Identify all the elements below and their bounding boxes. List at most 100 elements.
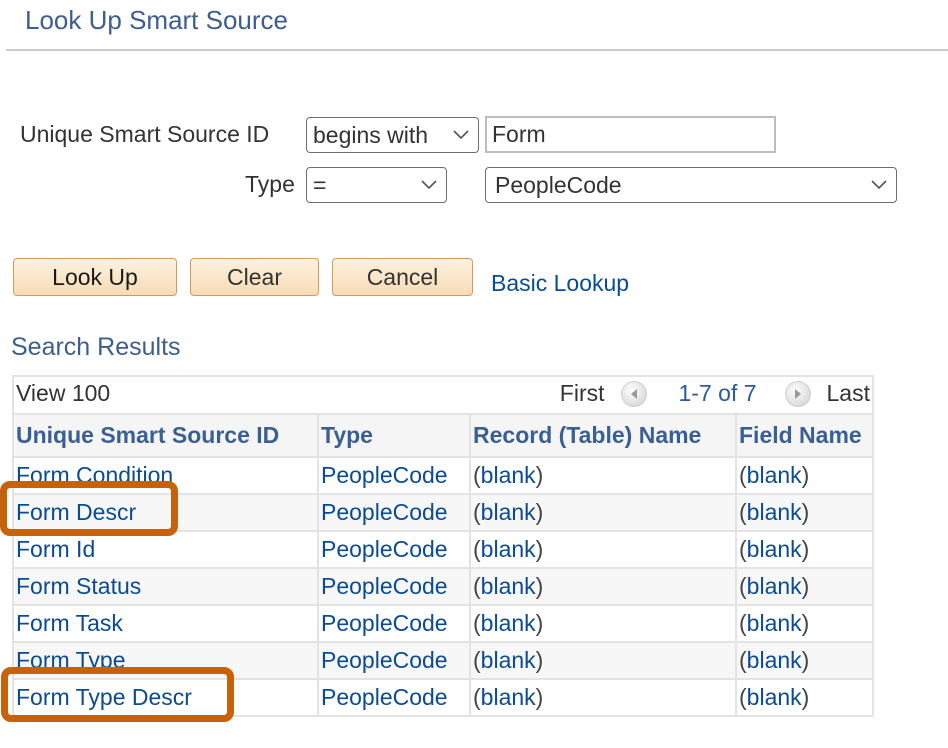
paren-open: (: [473, 647, 481, 673]
record-name-link[interactable]: blank: [481, 647, 536, 673]
cell-field-name: (blank): [736, 531, 872, 569]
type-link[interactable]: PeopleCode: [321, 499, 448, 525]
type-link[interactable]: PeopleCode: [321, 462, 448, 488]
smart-source-id-link[interactable]: Form Condition: [16, 462, 173, 488]
column-header-record-name[interactable]: Record (Table) Name: [470, 415, 737, 458]
results-table: Unique Smart Source ID Type Record (Tabl…: [14, 415, 872, 715]
table-row: Form Descr PeopleCode (blank) (blank): [14, 494, 872, 532]
column-header-type[interactable]: Type: [318, 415, 471, 458]
paren-open: (: [739, 573, 747, 599]
paren-open: (: [473, 684, 481, 710]
record-name-link[interactable]: blank: [481, 536, 536, 562]
last-label: Last: [826, 380, 870, 406]
unique-smart-source-id-label: Unique Smart Source ID: [20, 121, 270, 147]
field-name-link[interactable]: blank: [747, 499, 802, 525]
paren-open: (: [739, 684, 747, 710]
record-name-link[interactable]: blank: [481, 573, 536, 599]
type-link[interactable]: PeopleCode: [321, 684, 448, 710]
cell-unique-smart-source-id: Form Type Descr: [14, 679, 319, 715]
chevron-down-icon: [868, 174, 890, 196]
paren-close: ): [801, 462, 810, 488]
field-name-link[interactable]: blank: [747, 536, 802, 562]
clear-button[interactable]: Clear: [190, 258, 319, 296]
paren-close: ): [535, 647, 544, 673]
operator-value: =: [313, 171, 327, 198]
type-value-select[interactable]: PeopleCode: [485, 167, 897, 203]
type-operator-select[interactable]: =: [306, 167, 447, 203]
previous-arrow-icon[interactable]: [620, 380, 647, 407]
view-100-link[interactable]: View 100: [16, 380, 110, 407]
table-row: Form Id PeopleCode (blank) (blank): [14, 531, 872, 569]
paren-close: ): [801, 573, 810, 599]
cell-unique-smart-source-id: Form Type: [14, 642, 319, 680]
column-header-unique-smart-source-id[interactable]: Unique Smart Source ID: [14, 415, 319, 458]
smart-source-id-link[interactable]: Form Type Descr: [16, 684, 192, 710]
paren-close: ): [801, 647, 810, 673]
cell-type: PeopleCode: [318, 642, 471, 680]
paren-close: ): [535, 684, 544, 710]
smart-source-id-link[interactable]: Form Descr: [16, 499, 136, 525]
table-row: Form Task PeopleCode (blank) (blank): [14, 605, 872, 643]
smart-source-id-link[interactable]: Form Task: [16, 610, 123, 636]
field-name-link[interactable]: blank: [747, 573, 802, 599]
record-name-link[interactable]: blank: [481, 610, 536, 636]
range-label: 1-7 of 7: [678, 380, 757, 406]
cell-type: PeopleCode: [318, 568, 471, 606]
paren-open: (: [473, 462, 481, 488]
unique-smart-source-id-operator-select[interactable]: begins with: [306, 117, 479, 153]
type-link[interactable]: PeopleCode: [321, 610, 448, 636]
cell-record-name: (blank): [470, 531, 737, 569]
cancel-button[interactable]: Cancel: [332, 258, 473, 296]
paren-close: ): [535, 462, 544, 488]
paren-open: (: [739, 536, 747, 562]
look-up-button[interactable]: Look Up: [13, 258, 177, 296]
table-row: Form Condition PeopleCode (blank) (blank): [14, 457, 872, 495]
cell-type: PeopleCode: [318, 457, 471, 495]
smart-source-id-link[interactable]: Form Status: [16, 573, 141, 599]
paren-close: ): [535, 573, 544, 599]
chevron-down-icon: [450, 124, 472, 146]
type-link[interactable]: PeopleCode: [321, 573, 448, 599]
paren-open: (: [473, 573, 481, 599]
first-label: First: [559, 380, 605, 406]
field-name-link[interactable]: blank: [747, 647, 802, 673]
record-name-link[interactable]: blank: [481, 462, 536, 488]
field-name-link[interactable]: blank: [747, 684, 802, 710]
paren-open: (: [473, 536, 481, 562]
paren-close: ): [535, 499, 544, 525]
paren-close: ): [535, 610, 544, 636]
column-header-field-name[interactable]: Field Name: [736, 415, 872, 458]
table-row: Form Status PeopleCode (blank) (blank): [14, 568, 872, 606]
basic-lookup-link[interactable]: Basic Lookup: [491, 270, 629, 297]
page-title: Look Up Smart Source: [25, 5, 289, 35]
paren-close: ): [801, 610, 810, 636]
paren-close: ): [535, 536, 544, 562]
paren-close: ): [801, 684, 810, 710]
cell-record-name: (blank): [470, 605, 737, 643]
cell-type: PeopleCode: [318, 531, 471, 569]
field-name-link[interactable]: blank: [747, 610, 802, 636]
table-row: Form Type Descr PeopleCode (blank) (blank): [14, 679, 872, 715]
record-name-link[interactable]: blank: [481, 684, 536, 710]
cell-type: PeopleCode: [318, 605, 471, 643]
smart-source-id-link[interactable]: Form Id: [16, 536, 95, 562]
type-link[interactable]: PeopleCode: [321, 536, 448, 562]
next-arrow-icon[interactable]: [784, 380, 811, 407]
paren-open: (: [473, 499, 481, 525]
cell-record-name: (blank): [470, 679, 737, 715]
input-value: Form: [492, 121, 546, 147]
cell-unique-smart-source-id: Form Status: [14, 568, 319, 606]
unique-smart-source-id-input[interactable]: Form: [485, 116, 776, 153]
grid-navigation-bar: View 100 First 1-7 of 7 Last: [14, 377, 872, 415]
paren-open: (: [739, 499, 747, 525]
field-name-link[interactable]: blank: [747, 462, 802, 488]
cell-unique-smart-source-id: Form Task: [14, 605, 319, 643]
cell-type: PeopleCode: [318, 494, 471, 532]
cell-unique-smart-source-id: Form Descr: [14, 494, 319, 532]
record-name-link[interactable]: blank: [481, 499, 536, 525]
cell-record-name: (blank): [470, 642, 737, 680]
smart-source-id-link[interactable]: Form Type: [16, 647, 126, 673]
paren-open: (: [739, 647, 747, 673]
type-link[interactable]: PeopleCode: [321, 647, 448, 673]
cell-record-name: (blank): [470, 494, 737, 532]
